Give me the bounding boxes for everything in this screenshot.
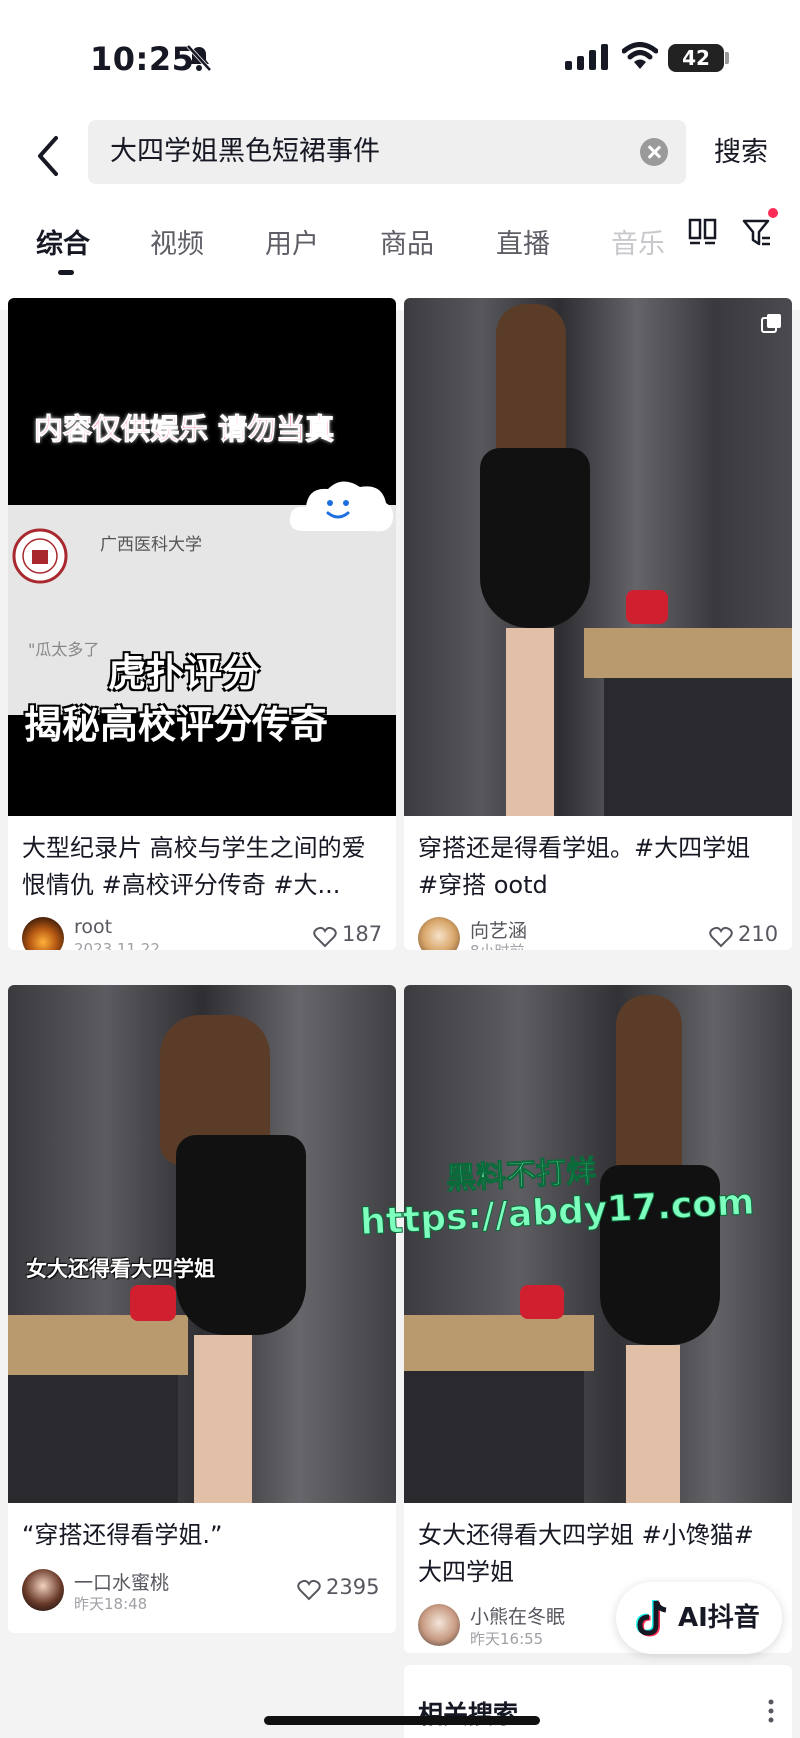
- thumbnail-desk-front: [604, 678, 792, 816]
- heart-icon[interactable]: [297, 1579, 321, 1601]
- card-author[interactable]: 一口水蜜桃: [74, 1568, 169, 1595]
- university-seal-icon: [12, 528, 68, 584]
- bell-muted-icon: [186, 44, 212, 72]
- card-author[interactable]: 小熊在冬眠: [470, 1602, 565, 1629]
- video-thumbnail: 女大还得看大四学姐: [8, 985, 396, 1503]
- battery-tip: [725, 52, 729, 64]
- card-time: 8小时前: [470, 940, 525, 950]
- tab-live[interactable]: 直播: [496, 222, 550, 261]
- ai-douyin-button[interactable]: AI抖音: [616, 1582, 782, 1654]
- card-author[interactable]: 向艺涵: [470, 916, 527, 943]
- tab-users[interactable]: 用户: [265, 222, 319, 261]
- result-card[interactable]: 穿搭还是得看学姐。#大四学姐 #穿搭 ootd 向艺涵 8小时前 210: [404, 298, 792, 950]
- cellular-signal-icon: [565, 44, 608, 70]
- thumbnail-overlay-text: 女大还得看大四学姐: [26, 1257, 215, 1281]
- avatar[interactable]: [418, 917, 460, 950]
- thumbnail-figure-legs: [506, 628, 554, 816]
- thumbnail-red-bag: [626, 590, 668, 624]
- more-icon[interactable]: [768, 1699, 774, 1723]
- video-thumbnail: [404, 298, 792, 816]
- thumbnail-figure-legs: [626, 1345, 680, 1503]
- battery-indicator: 42: [668, 44, 724, 72]
- heart-icon[interactable]: [313, 926, 337, 948]
- card-time: 2023.11.22: [74, 940, 160, 950]
- card-caption: “穿搭还得看学姐.”: [22, 1521, 223, 1549]
- grid-view-icon[interactable]: [688, 218, 718, 246]
- search-query-text: 大四学姐黑色短裙事件: [110, 136, 380, 167]
- search-header: 大四学姐黑色短裙事件 搜索 综合 视频 用户 商品 直播 音乐: [0, 110, 800, 310]
- thumbnail-desk: [584, 628, 792, 678]
- related-searches-title: 相关搜索: [418, 1700, 519, 1729]
- tab-music[interactable]: 音乐: [611, 222, 665, 261]
- card-caption: 大型纪录片 高校与学生之间的爱恨情仇 #高校评分传奇 #大...: [22, 834, 366, 899]
- tab-overall[interactable]: 综合: [36, 222, 90, 261]
- card-caption: 女大还得看大四学姐 #小馋猫# 大四学姐: [418, 1521, 754, 1586]
- filter-icon[interactable]: [742, 218, 772, 248]
- filter-badge: [768, 208, 778, 218]
- video-thumbnail: 内容仅供娱乐 请勿当真 广西医科大学 "瓜太多了 虎扑评分 揭秘高校评分传奇: [8, 298, 396, 816]
- stack-icon: [761, 314, 781, 333]
- card-time: 昨天16:55: [470, 1630, 544, 1648]
- thumbnail-school-text: 广西医科大学: [100, 535, 202, 555]
- smiling-cloud-icon: [289, 481, 394, 532]
- thumbnail-desk: [404, 1315, 594, 1371]
- card-caption: 穿搭还是得看学姐。#大四学姐 #穿搭 ootd: [418, 834, 751, 899]
- status-bar: 10:25 42: [0, 0, 800, 110]
- avatar[interactable]: [22, 1569, 64, 1611]
- result-card[interactable]: 内容仅供娱乐 请勿当真 广西医科大学 "瓜太多了 虎扑评分 揭秘高校评分传奇 大…: [8, 298, 396, 950]
- thumbnail-disclaimer-text: 内容仅供娱乐 请勿当真: [33, 412, 335, 447]
- result-card[interactable]: 女大还得看大四学姐 #小馋猫# 大四学姐 小熊在冬眠 昨天16:55: [404, 985, 792, 1653]
- thumbnail-desk: [8, 1315, 188, 1375]
- active-tab-indicator: [58, 270, 74, 275]
- clear-icon[interactable]: [640, 138, 668, 166]
- thumbnail-desk-front: [8, 1375, 178, 1503]
- search-button[interactable]: 搜索: [714, 130, 768, 169]
- like-count: 210: [738, 922, 779, 946]
- avatar[interactable]: [418, 1604, 460, 1646]
- thumbnail-headline-1: 虎扑评分: [108, 651, 261, 695]
- thumbnail-figure-dress: [176, 1135, 306, 1335]
- card-author[interactable]: root: [74, 916, 112, 938]
- back-arrow-icon[interactable]: [28, 130, 72, 182]
- thumbnail-desk-front: [404, 1371, 584, 1503]
- thumbnail-red-bag: [130, 1285, 176, 1321]
- card-time: 昨天18:48: [74, 1595, 148, 1613]
- thumbnail-figure-dress: [480, 448, 590, 628]
- result-tabs: 综合 视频 用户 商品 直播 音乐: [0, 208, 800, 278]
- video-thumbnail: [404, 985, 792, 1503]
- thumbnail-figure-legs: [194, 1335, 252, 1503]
- wifi-icon: [622, 42, 658, 69]
- heart-icon[interactable]: [709, 926, 733, 948]
- thumbnail-quote-text: "瓜太多了: [28, 640, 100, 659]
- related-searches[interactable]: 相关搜索: [404, 1665, 792, 1738]
- ai-douyin-label: AI抖音: [678, 1603, 760, 1633]
- status-time: 10:25: [90, 40, 195, 78]
- battery-level: 42: [682, 46, 710, 70]
- like-count: 187: [342, 922, 383, 946]
- search-input[interactable]: 大四学姐黑色短裙事件: [88, 120, 686, 184]
- home-indicator: [264, 1716, 540, 1725]
- result-card[interactable]: 女大还得看大四学姐 “穿搭还得看学姐.” 一口水蜜桃 昨天18:48 2395: [8, 985, 396, 1633]
- tab-products[interactable]: 商品: [380, 222, 434, 261]
- thumbnail-headline-2: 揭秘高校评分传奇: [24, 703, 329, 747]
- tab-video[interactable]: 视频: [150, 222, 204, 261]
- like-count: 2395: [326, 1575, 380, 1599]
- thumbnail-red-bag: [520, 1285, 564, 1319]
- douyin-logo-icon: [636, 1600, 667, 1637]
- avatar[interactable]: [22, 917, 64, 950]
